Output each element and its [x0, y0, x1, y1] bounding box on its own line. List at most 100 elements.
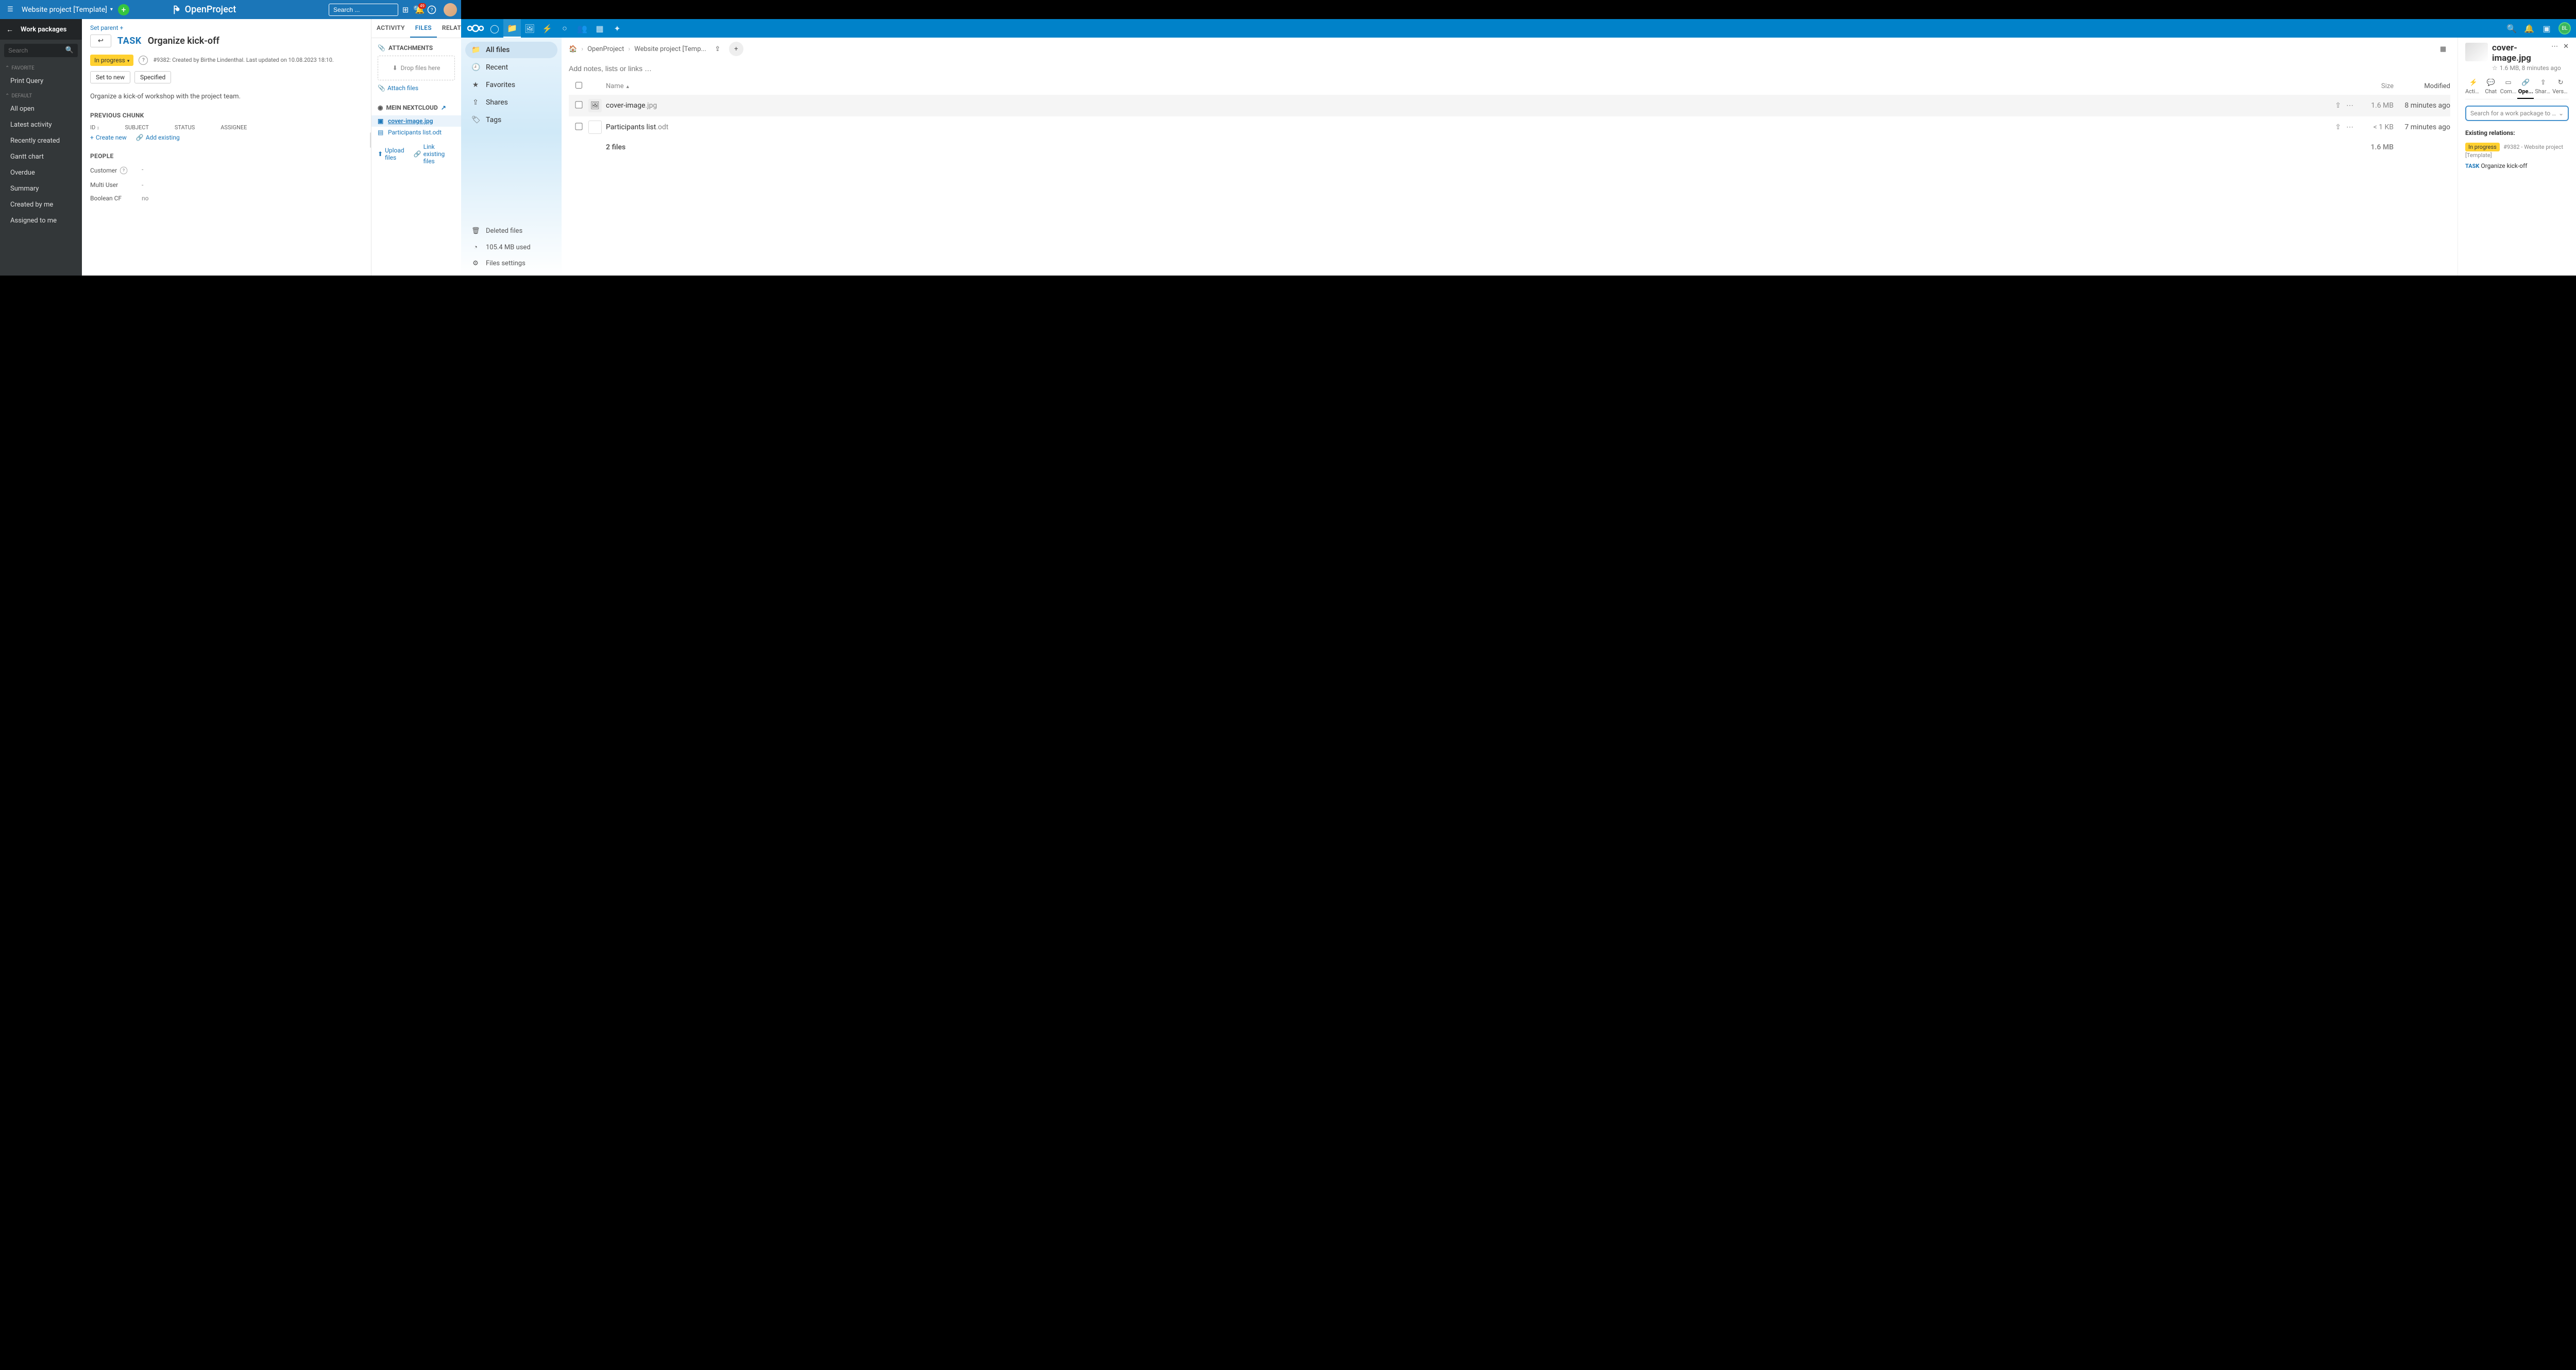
people-value[interactable]: - [142, 166, 143, 175]
sidebar-item-tags[interactable]: 🏷Tags [465, 112, 557, 128]
crumb-openproject[interactable]: OpenProject [587, 45, 624, 53]
dashboard-icon[interactable]: ◯ [486, 24, 503, 33]
nextcloud-logo-icon[interactable] [466, 24, 486, 33]
sidebar-group-favorite[interactable]: ⌃FAVORITE [0, 61, 82, 73]
sidebar-item-all-open[interactable]: All open [0, 101, 82, 117]
tab-versions[interactable]: ↻Versi... [2552, 79, 2569, 99]
help-icon[interactable]: ? [139, 56, 148, 65]
attach-files-link[interactable]: 📎Attach files [378, 84, 455, 92]
people-value[interactable]: - [142, 181, 143, 189]
tab-openproject[interactable]: 🔗Ope... [2517, 79, 2534, 99]
wp-description[interactable]: Organize a kick-of workshop with the pro… [90, 93, 363, 100]
sidebar-item-overdue[interactable]: Overdue [0, 165, 82, 181]
help-icon[interactable]: ? [427, 5, 442, 14]
col-subject[interactable]: SUBJECT [125, 124, 148, 131]
contacts-menu-icon[interactable]: ▣ [2538, 24, 2555, 33]
tab-files[interactable]: FILES [410, 19, 437, 38]
notes-input[interactable] [569, 59, 2450, 78]
col-status[interactable]: STATUS [175, 124, 195, 131]
relation-search[interactable]: Search for a work package to create a re… [2465, 106, 2569, 121]
sidebar-item-gantt[interactable]: Gantt chart [0, 149, 82, 165]
sidebar-item-assigned-to-me[interactable]: Assigned to me [0, 213, 82, 229]
sidebar-deleted[interactable]: 🗑Deleted files [465, 223, 557, 239]
help-icon[interactable]: ? [120, 167, 127, 174]
tab-activity[interactable]: ⚡Activi... [2465, 79, 2482, 99]
sidebar-group-default[interactable]: ⌃DEFAULT [0, 89, 82, 101]
user-avatar[interactable]: BL [2558, 22, 2571, 35]
link-existing-link[interactable]: 🔗Link existing files [414, 143, 455, 165]
global-search[interactable]: 🔍 [329, 4, 398, 16]
sidebar-item-latest-activity[interactable]: Latest activity [0, 117, 82, 133]
sidebar-item-created-by-me[interactable]: Created by me [0, 197, 82, 213]
home-icon[interactable]: 🏠 [569, 45, 577, 53]
notifications-icon[interactable]: 🔔 [2520, 24, 2538, 33]
sidebar-search[interactable]: 🔍 [4, 44, 78, 57]
select-all-checkbox[interactable] [569, 82, 588, 91]
wp-title[interactable]: Organize kick-off [148, 36, 219, 46]
contacts-icon[interactable]: 👥 [573, 24, 591, 33]
add-existing-link[interactable]: 🔗Add existing [136, 134, 180, 141]
share-icon[interactable]: ⇪ [2335, 123, 2341, 131]
file-row-cover-image[interactable]: 🖼 cover-image.jpg ⇪⋯ 1.6 MB 8 minutes ag… [569, 95, 2450, 116]
sidebar-item-favorites[interactable]: ★Favorites [465, 77, 557, 93]
row-checkbox[interactable] [569, 123, 588, 132]
tab-comments[interactable]: ▭Com... [2500, 79, 2517, 99]
file-name[interactable]: cover-image.jpg [606, 101, 2321, 110]
more-icon[interactable]: ⋯ [2346, 101, 2353, 110]
upload-files-link[interactable]: ⬆Upload files [378, 143, 406, 165]
share-icon[interactable]: ⇪ [710, 42, 725, 56]
grid-view-icon[interactable]: ▦ [2436, 42, 2450, 56]
project-selector[interactable]: Website project [Template] [22, 6, 113, 14]
files-icon[interactable]: 📁 [503, 19, 521, 38]
add-button[interactable]: + [729, 42, 743, 56]
tab-relations[interactable]: RELATION [437, 19, 461, 38]
file-row-cover-image[interactable]: ▣cover-image.jpg [371, 115, 461, 127]
file-row-participants[interactable]: Participants list.odt ⇪⋯ < 1 KB 7 minute… [569, 116, 2450, 138]
more-icon[interactable]: ⋯ [2551, 43, 2558, 50]
drop-zone[interactable]: ⬇Drop files here [378, 56, 455, 80]
tab-chat[interactable]: 💬Chat [2483, 79, 2499, 99]
set-parent-link[interactable]: Set parent + [90, 24, 363, 31]
relation-card[interactable]: In progress #9382 - Website project [Tem… [2465, 143, 2569, 169]
close-icon[interactable]: ✕ [2563, 43, 2569, 50]
sidebar-item-summary[interactable]: Summary [0, 181, 82, 197]
sidebar-settings[interactable]: ⚙Files settings [465, 255, 557, 271]
sidebar-item-recent[interactable]: 🕘Recent [465, 59, 557, 76]
star-icon[interactable]: ☆ [2492, 64, 2498, 72]
chip-set-to-new[interactable]: Set to new [90, 71, 130, 83]
sidebar-item-shares[interactable]: ⇪Shares [465, 94, 557, 111]
user-avatar[interactable] [444, 3, 457, 16]
chip-specified[interactable]: Specified [134, 71, 171, 83]
calendar-icon[interactable]: ▦ [591, 24, 608, 33]
app-icon[interactable]: ✦ [608, 24, 626, 33]
back-button[interactable]: ↩ [90, 35, 111, 47]
resizer-handle[interactable] [370, 132, 371, 148]
people-value[interactable]: no [142, 195, 148, 202]
col-size[interactable]: Size [2358, 82, 2394, 90]
external-link-icon[interactable]: ↗ [441, 104, 446, 111]
col-modified[interactable]: Modified [2394, 82, 2450, 90]
status-selector[interactable]: In progress [90, 55, 133, 66]
sidebar-item-recently-created[interactable]: Recently created [0, 133, 82, 149]
modules-icon[interactable]: ⊞ [398, 5, 413, 14]
hamburger-icon[interactable]: ☰ [4, 6, 16, 13]
col-name[interactable]: Name ▲ [606, 82, 2321, 90]
notifications-icon[interactable]: 🔔49 [413, 5, 427, 14]
file-name[interactable]: Participants list.odt [606, 123, 2321, 131]
col-assignee[interactable]: ASSIGNEE [221, 124, 247, 131]
create-new-link[interactable]: +Create new [90, 134, 127, 141]
sidebar-item-print-query[interactable]: Print Query [0, 73, 82, 89]
activity-icon[interactable]: ⚡ [538, 24, 556, 33]
back-icon[interactable]: ← [6, 25, 13, 34]
add-button[interactable]: + [118, 4, 129, 15]
file-row-participants[interactable]: ▤Participants list.odt [378, 127, 455, 138]
tab-activity[interactable]: ACTIVITY [371, 19, 410, 38]
sidebar-item-all-files[interactable]: 📁All files [465, 42, 557, 58]
talk-icon[interactable]: ○ [556, 23, 573, 33]
photos-icon[interactable]: 🖼 [521, 24, 538, 33]
crumb-website-project[interactable]: Website project [Temp... [634, 45, 706, 53]
search-icon[interactable]: 🔍 [2503, 24, 2520, 33]
tab-sharing[interactable]: ⇪Shari... [2535, 79, 2551, 99]
row-checkbox[interactable] [569, 101, 588, 110]
wp-type[interactable]: TASK [117, 36, 142, 46]
